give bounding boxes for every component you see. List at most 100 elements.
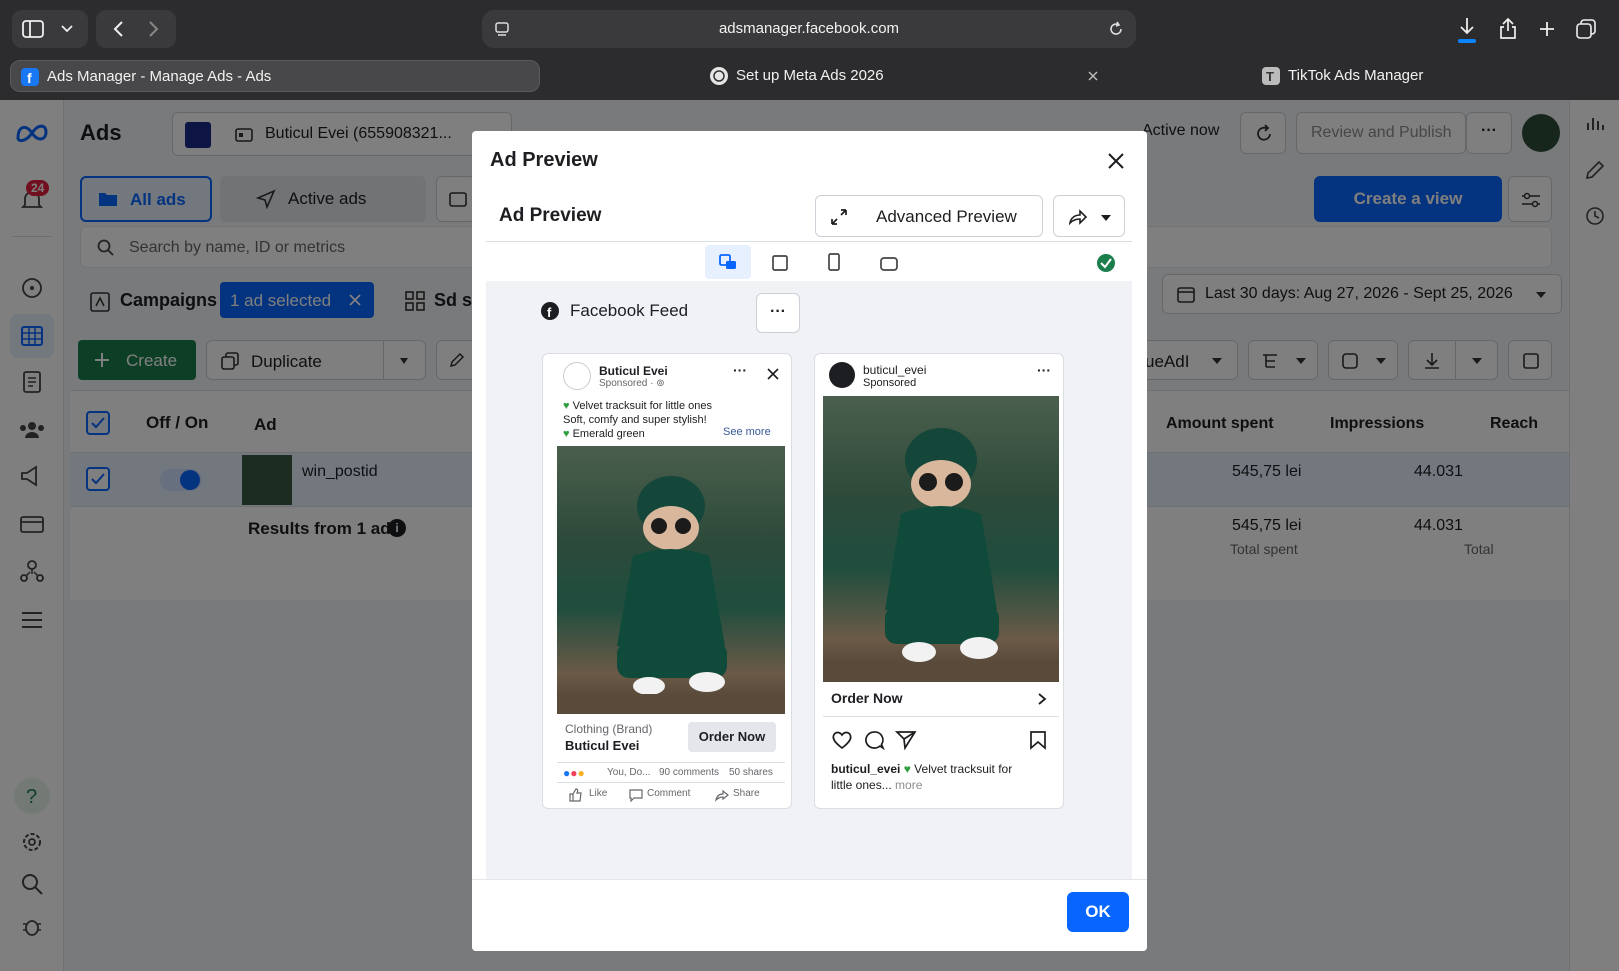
- tab-label: Ads Manager - Manage Ads - Ads: [47, 68, 272, 85]
- browser-chrome: adsmanager.facebook.com f Ads Manager - …: [0, 0, 1619, 100]
- sponsored-text: Sponsored ·: [599, 378, 657, 389]
- expand-arrows-icon: [831, 209, 847, 225]
- caption-username: buticul_evei: [831, 762, 901, 776]
- chevron-right-icon[interactable]: [1037, 692, 1047, 706]
- instagram-feed-card: buticul_evei Sponsored ··· Order Now but…: [814, 353, 1064, 809]
- divider: [557, 782, 785, 783]
- caret-down-icon: [1101, 215, 1111, 221]
- advanced-preview-label: Advanced Preview: [876, 207, 1017, 226]
- order-now-button[interactable]: Order Now: [688, 722, 776, 752]
- nav-buttons: [96, 10, 176, 48]
- heart-icon[interactable]: [831, 730, 853, 750]
- like-button[interactable]: Like: [589, 788, 607, 799]
- url-text: adsmanager.facebook.com: [718, 20, 900, 37]
- new-tab-icon[interactable]: [1538, 20, 1556, 38]
- chevron-down-icon: [61, 25, 73, 33]
- ig-username: buticul_evei: [863, 363, 927, 377]
- like-icon: [569, 788, 582, 802]
- download-icon[interactable]: [1456, 16, 1478, 44]
- tiktok-icon: T: [1262, 67, 1280, 85]
- category-label: Clothing (Brand): [565, 722, 653, 736]
- ad-image: [557, 446, 785, 714]
- square-format-icon[interactable]: [772, 255, 788, 271]
- ig-ad-image: [823, 396, 1059, 682]
- sponsored-label: Sponsored · ⊚: [599, 378, 665, 389]
- brand-label: Buticul Evei: [565, 738, 640, 753]
- child-photo: [557, 476, 785, 714]
- tab-meta-setup[interactable]: Set up Meta Ads 2026: [700, 60, 1080, 92]
- comment-icon[interactable]: [863, 730, 885, 750]
- forward-icon[interactable]: [148, 20, 160, 38]
- share-icon[interactable]: [1498, 18, 1518, 40]
- post-line-1-text: Velvet tracksuit for little ones: [572, 400, 712, 412]
- format-placements-button[interactable]: [705, 245, 751, 279]
- post-line-3-text: Emerald green: [572, 428, 645, 440]
- page-avatar: [563, 362, 591, 390]
- placement-label: Facebook Feed: [570, 301, 689, 320]
- divider: [486, 241, 1132, 242]
- sidebar-toggle[interactable]: [12, 10, 88, 48]
- back-icon[interactable]: [112, 20, 124, 38]
- address-bar[interactable]: adsmanager.facebook.com: [482, 10, 1136, 48]
- post-line-2: Soft, comfy and super stylish!: [563, 414, 707, 426]
- placements-icon: [719, 254, 736, 269]
- check-circle-icon: [1097, 254, 1115, 272]
- caption-more-link[interactable]: more: [895, 778, 922, 792]
- more-icon[interactable]: ···: [733, 362, 747, 378]
- svg-text:f: f: [27, 70, 32, 86]
- ig-order-now-link[interactable]: Order Now: [831, 690, 903, 706]
- child-photo: [823, 428, 1059, 682]
- globe-icon: ⊚: [656, 378, 665, 389]
- close-icon[interactable]: [767, 368, 779, 380]
- ig-avatar: [829, 362, 855, 388]
- share-button[interactable]: Share: [733, 788, 760, 799]
- modal-footer: OK: [472, 879, 1147, 951]
- share-preview-button[interactable]: [1053, 195, 1125, 237]
- ig-caption: buticul_evei ♥ Velvet tracksuit for: [831, 762, 1013, 776]
- horizontal-format-icon[interactable]: [880, 257, 898, 271]
- divider: [557, 762, 785, 763]
- shares-count: 50 shares: [729, 767, 773, 778]
- svg-text:T: T: [1266, 69, 1274, 84]
- divider: [823, 716, 1059, 717]
- caption-line-2: little ones...: [831, 778, 892, 792]
- tab-tiktok[interactable]: T TikTok Ads Manager: [1252, 60, 1552, 92]
- modal-title: Ad Preview: [490, 149, 598, 171]
- comment-button[interactable]: Comment: [647, 788, 690, 799]
- section-title: Ad Preview: [499, 205, 602, 226]
- tab-ads-manager[interactable]: f Ads Manager - Manage Ads - Ads: [10, 60, 540, 92]
- vertical-format-icon[interactable]: [828, 253, 840, 271]
- openai-icon: [710, 67, 728, 85]
- tab-label: Set up Meta Ads 2026: [736, 67, 884, 84]
- sidebar-icon: [22, 20, 44, 38]
- post-line-3: ♥ Emerald green: [563, 428, 645, 440]
- comment-icon: [629, 789, 643, 802]
- page-name: Buticul Evei: [599, 364, 668, 378]
- ig-sponsored: Sponsored: [863, 377, 917, 389]
- more-icon: ···: [770, 303, 786, 320]
- caption-text: Velvet tracksuit for: [914, 762, 1013, 776]
- reload-icon[interactable]: [1108, 21, 1124, 37]
- facebook-feed-card: Buticul Evei Sponsored · ⊚ ··· ♥ Velvet …: [542, 353, 792, 809]
- tab-label: TikTok Ads Manager: [1288, 67, 1424, 84]
- more-icon[interactable]: ···: [1037, 362, 1051, 378]
- close-tab-icon[interactable]: [1087, 70, 1099, 82]
- facebook-icon: f: [21, 68, 39, 86]
- see-more-link[interactable]: See more: [723, 426, 771, 438]
- placement-options-button[interactable]: ···: [756, 293, 800, 333]
- toolbar-right: [1446, 10, 1608, 48]
- comments-count: 90 comments: [659, 767, 720, 778]
- svg-text:f: f: [547, 305, 552, 320]
- ig-caption-line-2: little ones... more: [831, 778, 922, 792]
- share-icon: [715, 789, 729, 802]
- ad-preview-modal: Ad Preview Ad Preview Advanced Preview f…: [472, 131, 1147, 951]
- post-line-1: ♥ Velvet tracksuit for little ones: [563, 400, 712, 412]
- ok-button[interactable]: OK: [1067, 892, 1129, 932]
- close-icon[interactable]: [1106, 151, 1126, 171]
- advanced-preview-button[interactable]: Advanced Preview: [815, 195, 1043, 237]
- facebook-icon: f: [541, 302, 559, 320]
- send-icon[interactable]: [895, 730, 917, 750]
- share-arrow-icon: [1068, 209, 1088, 226]
- tabs-overview-icon[interactable]: [1576, 19, 1596, 39]
- bookmark-icon[interactable]: [1029, 730, 1047, 750]
